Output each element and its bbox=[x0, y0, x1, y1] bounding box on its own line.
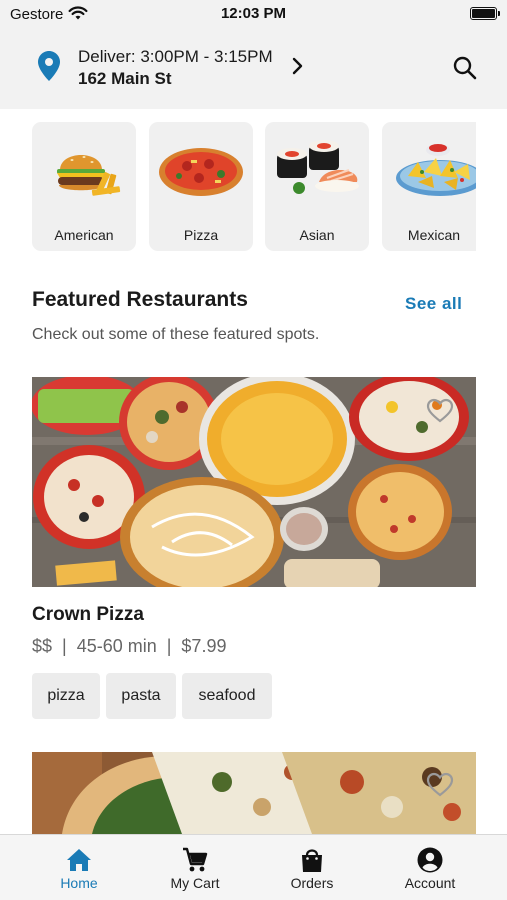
shopping-bag-icon bbox=[302, 849, 322, 872]
burger-icon bbox=[57, 155, 121, 196]
sushi-icon bbox=[277, 140, 359, 194]
category-mexican[interactable]: Mexican bbox=[382, 122, 476, 251]
restaurant-meta: $$ | 45-60 min | $7.99 bbox=[32, 636, 227, 656]
category-label: Mexican bbox=[407, 227, 461, 243]
restaurant-name[interactable]: Crown Pizza bbox=[32, 604, 144, 626]
location-pin-icon bbox=[38, 51, 60, 81]
category-pizza[interactable]: Pizza bbox=[149, 122, 253, 251]
clock: 12:03 PM bbox=[220, 5, 287, 22]
account-icon bbox=[417, 847, 443, 873]
category-label: American bbox=[54, 227, 114, 243]
category-label: Pizza bbox=[183, 227, 219, 243]
tab-orders[interactable]: Orders bbox=[249, 835, 375, 900]
restaurant-image[interactable] bbox=[32, 377, 476, 587]
tab-label: Home bbox=[60, 875, 98, 891]
section-subtitle: Check out some of these featured spots. bbox=[32, 326, 320, 343]
tab-label: My Cart bbox=[170, 875, 220, 891]
pizza-icon bbox=[159, 148, 243, 196]
flatbread-image bbox=[32, 752, 476, 834]
tab-label: Orders bbox=[290, 875, 334, 891]
cart-icon bbox=[183, 847, 208, 872]
battery-icon bbox=[470, 7, 500, 20]
tag-pizza: pizza bbox=[32, 673, 100, 719]
pizza-spread-image bbox=[32, 377, 476, 587]
category-american[interactable]: American bbox=[32, 122, 136, 251]
category-label: Asian bbox=[299, 227, 335, 243]
tab-home[interactable]: Home bbox=[16, 835, 142, 900]
home-icon bbox=[67, 849, 91, 871]
status-bar: Gestore 12:03 PM bbox=[0, 0, 507, 30]
search-icon[interactable] bbox=[452, 55, 478, 81]
heart-icon[interactable] bbox=[426, 398, 454, 424]
section-title: Featured Restaurants bbox=[32, 288, 248, 311]
tag-seafood: seafood bbox=[182, 673, 272, 719]
nachos-icon bbox=[396, 144, 476, 196]
tab-label: Account bbox=[404, 875, 456, 891]
delivery-header[interactable]: Deliver: 3:00PM - 3:15PM 162 Main St bbox=[0, 30, 507, 109]
tag-pasta: pasta bbox=[106, 673, 176, 719]
bottom-tab-bar: Home My Cart Orders Account bbox=[0, 834, 507, 900]
tab-my-cart[interactable]: My Cart bbox=[132, 835, 258, 900]
category-asian[interactable]: Asian bbox=[265, 122, 369, 251]
category-carousel[interactable]: American Pizza Asian Mexican bbox=[32, 122, 476, 252]
delivery-time: Deliver: 3:00PM - 3:15PM bbox=[78, 47, 273, 66]
restaurant-image-2[interactable] bbox=[32, 752, 476, 834]
delivery-address: 162 Main St bbox=[78, 69, 172, 88]
chevron-right-icon[interactable] bbox=[290, 57, 304, 75]
see-all-link[interactable]: See all bbox=[405, 294, 462, 314]
heart-icon-2[interactable] bbox=[426, 772, 454, 798]
tab-account[interactable]: Account bbox=[367, 835, 493, 900]
